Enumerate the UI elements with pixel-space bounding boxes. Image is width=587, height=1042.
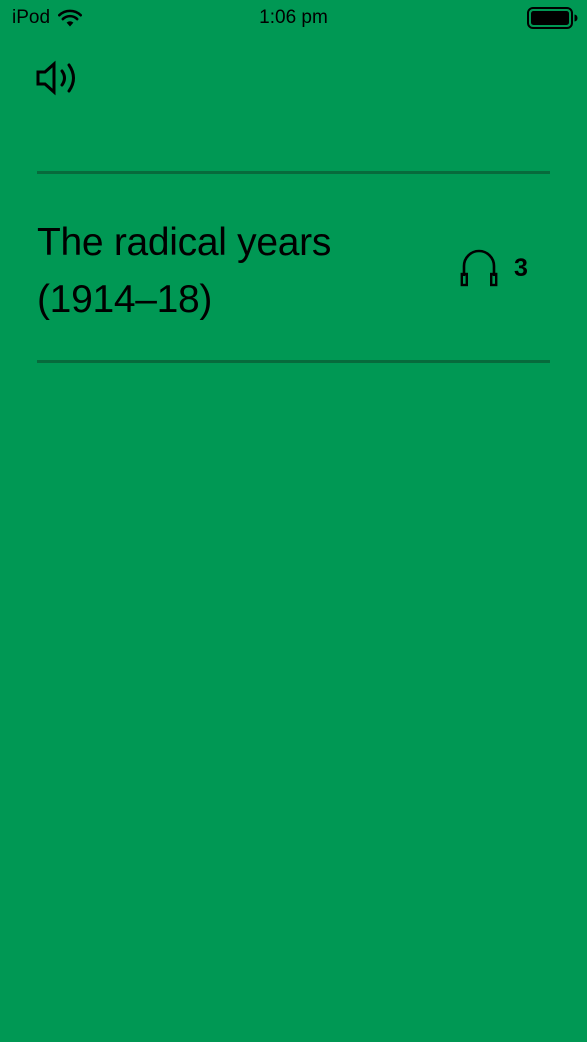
battery-icon bbox=[527, 7, 579, 29]
status-bar: iPod 1:06 pm bbox=[0, 0, 587, 36]
status-time: 1:06 pm bbox=[259, 7, 328, 28]
list-divider-bottom bbox=[37, 360, 550, 363]
stop-count: 3 bbox=[514, 254, 528, 282]
headphones-icon bbox=[460, 248, 498, 288]
tour-list-item[interactable]: The radical years (1914–18) 3 bbox=[37, 174, 550, 360]
audio-toggle-button[interactable] bbox=[35, 58, 83, 98]
tour-title: The radical years (1914–18) bbox=[37, 221, 332, 321]
speaker-icon bbox=[35, 58, 83, 98]
tour-meta: 3 bbox=[460, 248, 528, 288]
